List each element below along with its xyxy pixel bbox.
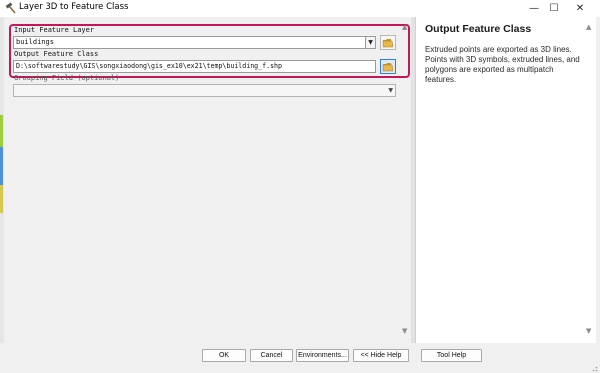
hammer-icon (5, 2, 16, 14)
maximize-button[interactable]: ☐ (540, 0, 568, 17)
tool-help-button[interactable]: Tool Help (421, 349, 482, 362)
close-button[interactable]: ✕ (566, 0, 594, 17)
button-bar: OK Cancel Environments... << Hide Help T… (0, 343, 600, 365)
scroll-down-icon[interactable]: ▼ (586, 327, 591, 335)
help-title: Output Feature Class (425, 23, 532, 35)
close-icon: ✕ (575, 3, 585, 14)
grouping-field-label: Grouping Field (optional) (14, 74, 120, 82)
highlight-box (9, 24, 410, 78)
resize-grip-icon[interactable] (589, 363, 598, 372)
hide-help-button[interactable]: << Hide Help (353, 349, 409, 362)
scroll-down-icon[interactable]: ▼ (402, 327, 407, 335)
title-bar[interactable]: Layer 3D to Feature Class — ☐ ✕ (0, 0, 600, 17)
cancel-button[interactable]: Cancel (250, 349, 293, 362)
help-scrollbar[interactable]: ▲ ▼ (584, 21, 594, 339)
scroll-up-icon[interactable]: ▲ (586, 23, 591, 31)
scroll-up-icon[interactable]: ▲ (402, 23, 407, 31)
minimize-icon: — (529, 3, 539, 14)
tool-dialog-window: Layer 3D to Feature Class — ☐ ✕ Input Fe… (0, 0, 600, 373)
chevron-down-icon[interactable]: ▼ (388, 85, 393, 96)
help-body: Extruded points are exported as 3D lines… (425, 45, 580, 84)
background-map-strip (0, 17, 4, 363)
window-title: Layer 3D to Feature Class (19, 2, 129, 12)
maximize-icon: ☐ (549, 3, 559, 14)
environments-button[interactable]: Environments... (296, 349, 349, 362)
parameters-scrollbar[interactable]: ▲ ▼ (400, 21, 411, 339)
grouping-field-combo[interactable]: ▼ (13, 84, 396, 97)
help-panel: Output Feature Class Extruded points are… (415, 17, 596, 343)
ok-button[interactable]: OK (202, 349, 246, 362)
